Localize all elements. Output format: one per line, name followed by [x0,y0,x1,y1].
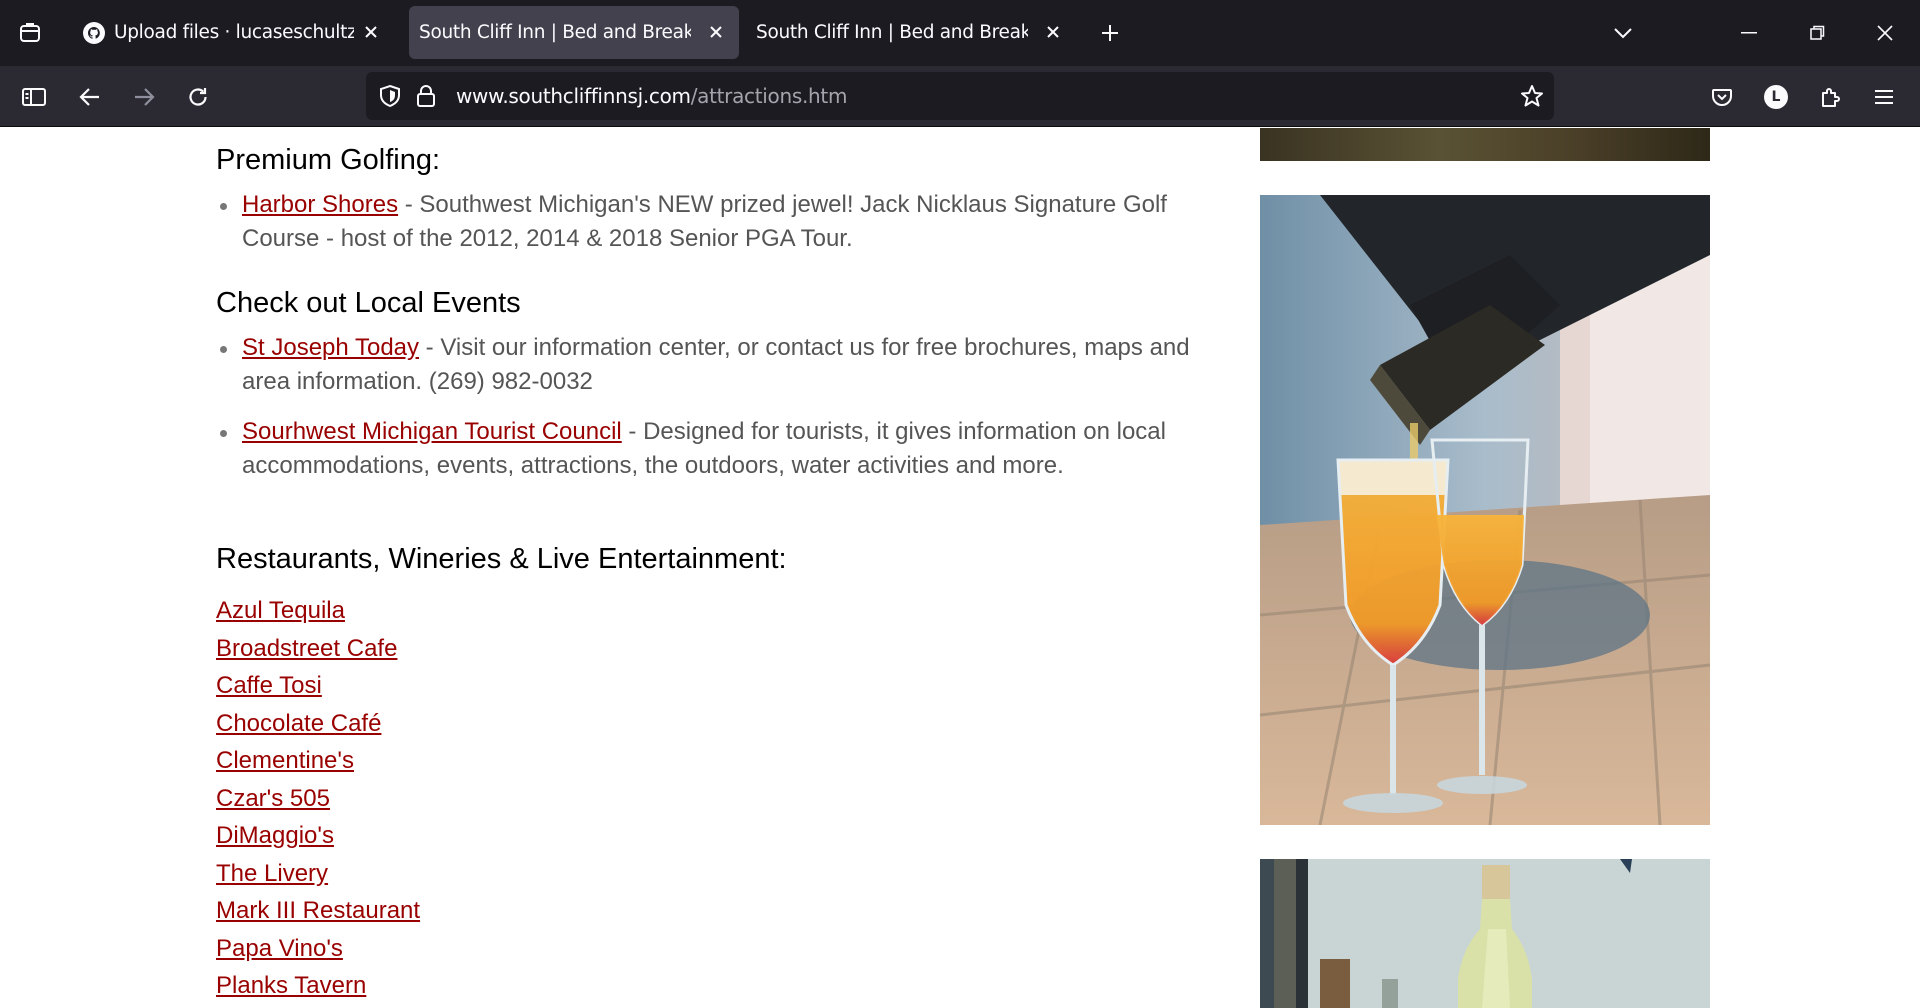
navigation-toolbar: www.southcliffinnsj.com/attractions.htm … [0,66,1920,127]
reload-icon[interactable] [180,79,216,115]
tab-title: South Cliff Inn | Bed and Breakfast | [419,22,691,43]
golf-heading: Premium Golfing: [216,144,441,176]
restaurant-links: Azul Tequila Broadstreet Cafe Caffe Tosi… [216,592,420,1005]
close-tab-icon[interactable] [1040,19,1066,45]
restaurants-heading: Restaurants, Wineries & Live Entertainme… [216,543,787,575]
tab-title: South Cliff Inn | Bed and Breakfast | [756,22,1028,43]
golf-list: Harbor Shores - Southwest Michigan's NEW… [216,188,1216,256]
photo-top-cropped [1260,128,1710,161]
tab-github-upload[interactable]: Upload files · lucaseschultz/HTT [68,6,394,59]
list-item: St Joseph Today - Visit our information … [216,331,1216,399]
list-item: Sourhwest Michigan Tourist Council - Des… [216,415,1216,483]
restaurant-link[interactable]: DiMaggio's [216,817,420,855]
github-icon [82,21,106,45]
st-joseph-today-link[interactable]: St Joseph Today [242,334,419,361]
extensions-puzzle-icon[interactable] [1812,79,1848,115]
bookmark-star-icon[interactable] [1518,82,1546,110]
restaurant-link[interactable]: Mark III Restaurant [216,892,420,930]
lock-icon[interactable] [412,82,440,110]
url-domain: www.southcliffinnsj.com [456,84,691,108]
tracking-protection-shield-icon[interactable] [376,82,404,110]
restaurant-link[interactable]: Caffe Tosi [216,667,420,705]
page-content: Premium Golfing: Harbor Shores - Southwe… [0,128,1920,1008]
url-text[interactable]: www.southcliffinnsj.com/attractions.htm [456,84,847,108]
tab-bar: Upload files · lucaseschultz/HTT South C… [0,0,1920,66]
tab-south-cliff-inn[interactable]: South Cliff Inn | Bed and Breakfast | [746,6,1076,59]
restore-icon[interactable] [1796,16,1838,50]
events-list: St Joseph Today - Visit our information … [216,331,1216,483]
menu-hamburger-icon[interactable] [1866,79,1902,115]
restaurant-link[interactable]: Broadstreet Cafe [216,630,420,668]
events-heading: Check out Local Events [216,287,521,319]
restaurant-link[interactable]: Azul Tequila [216,592,420,630]
harbor-shores-link[interactable]: Harbor Shores [242,191,398,218]
close-tab-icon[interactable] [358,19,384,45]
tab-title: Upload files · lucaseschultz/HTT [114,22,354,43]
avatar-initial: L [1764,85,1788,109]
account-avatar[interactable]: L [1760,81,1792,113]
restaurant-link[interactable]: Papa Vino's [216,930,420,968]
forward-icon[interactable] [126,79,162,115]
tab-overview-icon[interactable] [12,16,48,50]
sidebar-icon[interactable] [16,79,52,115]
back-icon[interactable] [72,79,108,115]
restaurant-link[interactable]: Chocolate Café [216,705,420,743]
tourist-council-link[interactable]: Sourhwest Michigan Tourist Council [242,418,622,445]
close-tab-icon[interactable] [703,19,729,45]
photo-wine-bottle [1260,859,1710,1008]
close-window-icon[interactable] [1864,16,1906,50]
address-bar[interactable]: www.southcliffinnsj.com/attractions.htm [366,72,1554,120]
minimize-icon[interactable] [1728,16,1770,50]
new-tab-icon[interactable] [1093,16,1127,50]
list-all-tabs-icon[interactable] [1605,16,1641,50]
restaurant-link[interactable]: Czar's 505 [216,780,420,818]
restaurant-link[interactable]: Clementine's [216,742,420,780]
url-path: /attractions.htm [690,84,848,108]
pocket-icon[interactable] [1704,79,1740,115]
photo-mimosa-pour [1260,195,1710,825]
tab-south-cliff-inn-active[interactable]: South Cliff Inn | Bed and Breakfast | [409,6,739,59]
restaurant-link[interactable]: Planks Tavern [216,967,420,1005]
list-item: Harbor Shores - Southwest Michigan's NEW… [216,188,1216,256]
restaurant-link[interactable]: The Livery [216,855,420,893]
